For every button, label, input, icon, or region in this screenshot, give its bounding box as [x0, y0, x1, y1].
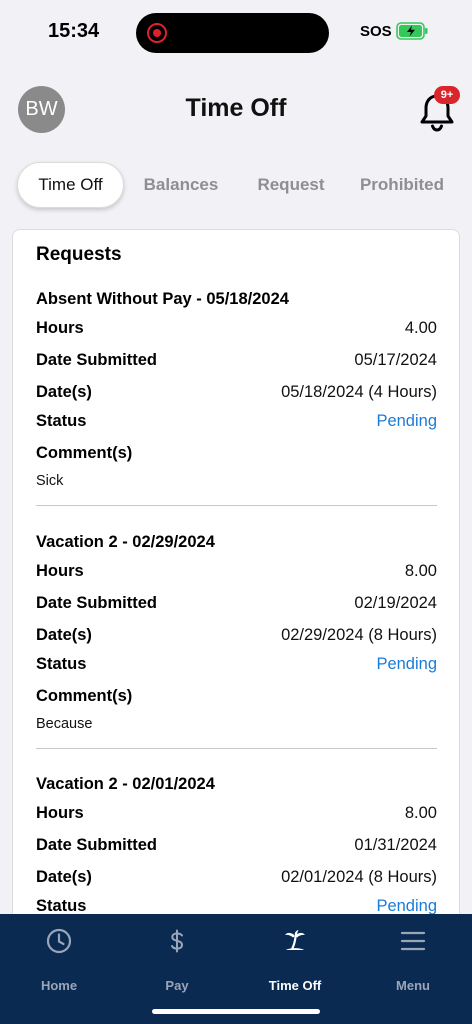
hours-label: Hours — [36, 319, 84, 337]
date-submitted-row: Date Submitted 01/31/2024 — [36, 836, 437, 858]
dates-value: 02/29/2024 (8 Hours) — [281, 626, 437, 644]
tab-balances[interactable]: Balances — [130, 162, 232, 208]
home-indicator — [152, 1009, 320, 1014]
clock-icon — [46, 928, 72, 954]
dates-label: Date(s) — [36, 383, 92, 401]
dates-row: Date(s) 02/29/2024 (8 Hours) — [36, 626, 437, 648]
comments-label: Comment(s) — [36, 687, 133, 705]
hours-row: Hours 8.00 — [36, 804, 437, 826]
status-row: Status Pending — [36, 412, 437, 434]
page-title: Time Off — [185, 94, 287, 122]
hours-value: 4.00 — [404, 319, 437, 337]
hours-row: Hours 8.00 — [36, 562, 437, 584]
battery-charging-icon — [396, 22, 428, 40]
tabbar-item-home[interactable]: Home — [0, 928, 118, 993]
date-submitted-label: Date Submitted — [36, 351, 158, 369]
carrier-label: SOS — [360, 23, 392, 40]
dollar-icon — [171, 929, 184, 953]
hours-row: Hours 4.00 — [36, 319, 437, 341]
date-submitted-row: Date Submitted 02/19/2024 — [36, 594, 437, 616]
hamburger-menu-icon — [400, 931, 426, 951]
status-label: Status — [36, 412, 87, 430]
tabbar-label: Time Off — [268, 978, 322, 993]
comments-row: Comment(s) — [36, 687, 437, 709]
tabbar-label: Menu — [396, 978, 430, 993]
tab-request[interactable]: Request — [240, 162, 342, 208]
status-bar: 15:34 SOS — [0, 0, 472, 66]
segment-tabs: Time Off Balances Request Prohibited — [0, 160, 472, 210]
dates-value: 02/01/2024 (8 Hours) — [281, 868, 437, 886]
dates-value: 05/18/2024 (4 Hours) — [281, 383, 437, 401]
recording-indicator-icon — [147, 23, 167, 43]
date-submitted-label: Date Submitted — [36, 594, 158, 612]
tabbar-item-menu[interactable]: Menu — [354, 928, 472, 993]
status-label: Status — [36, 655, 87, 673]
tabbar-label: Pay — [165, 978, 189, 993]
date-submitted-value: 05/17/2024 — [354, 351, 437, 369]
bottom-tab-bar: Home Pay Time Off Menu — [0, 914, 472, 1024]
dates-row: Date(s) 02/01/2024 (8 Hours) — [36, 868, 437, 890]
request-title: Vacation 2 - 02/01/2024 — [36, 775, 215, 793]
dates-row: Date(s) 05/18/2024 (4 Hours) — [36, 383, 437, 405]
status-value: Pending — [376, 655, 437, 673]
hours-label: Hours — [36, 562, 84, 580]
comments-label: Comment(s) — [36, 444, 133, 462]
card-title: Requests — [36, 244, 122, 265]
divider — [36, 748, 437, 749]
comment-text: Sick — [36, 473, 64, 489]
dates-label: Date(s) — [36, 626, 92, 644]
tabbar-item-pay[interactable]: Pay — [118, 928, 236, 993]
tabbar-item-time-off[interactable]: Time Off — [236, 928, 354, 993]
status-row: Status Pending — [36, 655, 437, 677]
request-title: Vacation 2 - 02/29/2024 — [36, 533, 215, 551]
date-submitted-value: 02/19/2024 — [354, 594, 437, 612]
comments-row: Comment(s) — [36, 444, 437, 466]
status-value: Pending — [376, 412, 437, 430]
app-header: BW Time Off 9+ — [0, 66, 472, 156]
tab-prohibited[interactable]: Prohibited — [350, 162, 454, 208]
hours-label: Hours — [36, 804, 84, 822]
divider — [36, 505, 437, 506]
date-submitted-row: Date Submitted 05/17/2024 — [36, 351, 437, 373]
tab-time-off[interactable]: Time Off — [17, 162, 124, 208]
notification-badge: 9+ — [434, 86, 460, 104]
dates-label: Date(s) — [36, 868, 92, 886]
request-title: Absent Without Pay - 05/18/2024 — [36, 290, 289, 308]
hours-value: 8.00 — [404, 804, 437, 822]
comment-text: Because — [36, 716, 93, 732]
date-submitted-label: Date Submitted — [36, 836, 158, 854]
tabbar-label: Home — [40, 978, 78, 993]
requests-card: Requests Absent Without Pay - 05/18/2024… — [12, 229, 460, 929]
date-submitted-value: 01/31/2024 — [354, 836, 437, 854]
status-time: 15:34 — [48, 20, 100, 42]
palm-tree-icon — [285, 930, 305, 950]
hours-value: 8.00 — [404, 562, 437, 580]
dynamic-island — [136, 13, 329, 53]
